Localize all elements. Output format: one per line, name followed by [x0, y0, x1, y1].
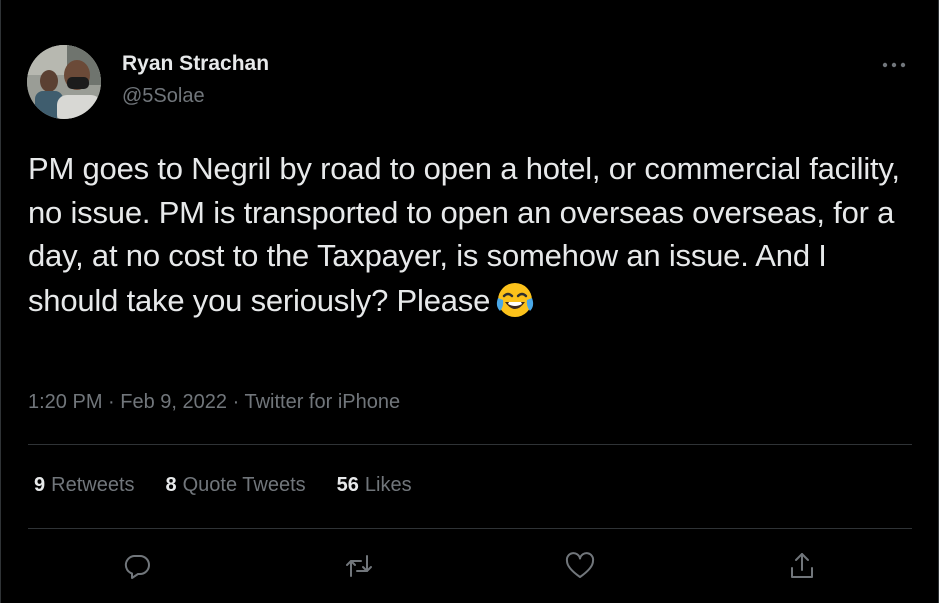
tears-of-joy-emoji-icon: [494, 278, 536, 320]
likes-count: 56: [336, 474, 359, 496]
tweet-text: PM goes to Negril by road to open a hote…: [28, 147, 918, 322]
quote-tweets-label: Quote Tweets: [182, 474, 306, 496]
tweet-actions: [1, 546, 939, 586]
meta-separator: ·: [232, 391, 240, 413]
divider: [28, 528, 912, 529]
retweets-label: Retweets: [51, 474, 135, 496]
heart-icon[interactable]: [560, 546, 600, 586]
author-handle[interactable]: @5Solae: [122, 85, 205, 108]
tweet-date[interactable]: Feb 9, 2022: [120, 391, 227, 413]
quote-tweets-count: 8: [165, 474, 177, 496]
retweet-icon[interactable]: [339, 546, 379, 586]
avatar[interactable]: [27, 45, 101, 119]
author-display-name[interactable]: Ryan Strachan: [122, 52, 269, 76]
tweet-stats: 9 Retweets 8 Quote Tweets 56 Likes: [34, 474, 412, 497]
divider: [28, 444, 912, 445]
tweet-source[interactable]: Twitter for iPhone: [244, 391, 400, 413]
retweets-count: 9: [34, 474, 46, 496]
tweet-text-content: PM goes to Negril by road to open a hote…: [28, 151, 900, 318]
tweet-card: Ryan Strachan @5Solae PM goes to Negril …: [0, 0, 939, 603]
tweet-time[interactable]: 1:20 PM: [28, 391, 102, 413]
likes-label: Likes: [364, 474, 412, 496]
share-icon[interactable]: [782, 546, 822, 586]
retweets-stat[interactable]: 9 Retweets: [34, 474, 135, 497]
likes-stat[interactable]: 56 Likes: [337, 474, 412, 497]
more-options-icon[interactable]: [880, 55, 908, 75]
meta-separator: ·: [108, 391, 115, 413]
quote-tweets-stat[interactable]: 8 Quote Tweets: [166, 474, 306, 497]
tweet-metadata: 1:20 PM · Feb 9, 2022 · Twitter for iPho…: [28, 391, 400, 414]
reply-icon[interactable]: [117, 546, 157, 586]
avatar-photo: [27, 45, 101, 119]
